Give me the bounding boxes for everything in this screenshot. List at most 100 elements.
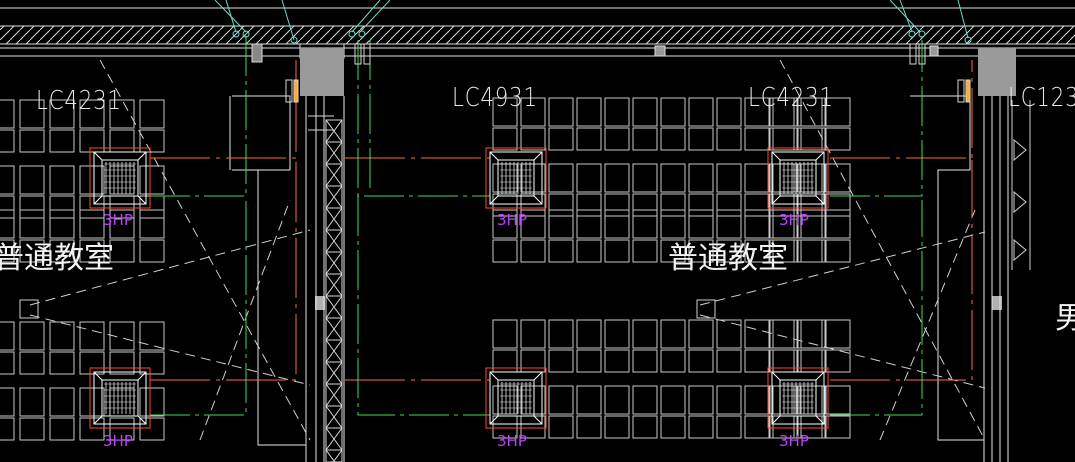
- chair: [632, 239, 658, 263]
- chair: [0, 195, 15, 219]
- chair: [139, 129, 165, 153]
- chair: [548, 239, 574, 263]
- chair: [548, 415, 574, 439]
- chair: [772, 127, 798, 151]
- desk: [632, 385, 658, 415]
- room-label: 普通教室: [668, 241, 788, 276]
- room-label: 普通教室: [0, 241, 114, 276]
- desk: [0, 209, 15, 239]
- window-label: LC4931: [452, 83, 538, 113]
- chair: [109, 129, 135, 153]
- desk: [548, 163, 574, 193]
- chair: [49, 195, 75, 219]
- chair: [520, 239, 546, 263]
- desk: [632, 319, 658, 349]
- desk: [688, 163, 714, 193]
- desk: [825, 163, 851, 193]
- desk: [548, 385, 574, 415]
- desk: [632, 97, 658, 127]
- desk: [716, 163, 742, 193]
- chair: [800, 349, 826, 373]
- chair: [797, 239, 823, 263]
- chair: [79, 351, 105, 375]
- chair: [576, 193, 602, 217]
- ac-cassette-unit[interactable]: [89, 147, 151, 209]
- toilet-fixtures: [1011, 100, 1031, 270]
- chair: [604, 127, 630, 151]
- desk: [520, 319, 546, 349]
- desk: [688, 209, 714, 239]
- desk: [825, 319, 851, 349]
- chair: [632, 415, 658, 439]
- chair: [576, 349, 602, 373]
- chair: [716, 415, 742, 439]
- chair: [0, 351, 15, 375]
- chair: [548, 349, 574, 373]
- desk: [0, 99, 15, 129]
- desk: [604, 385, 630, 415]
- chair: [576, 239, 602, 263]
- chair: [576, 415, 602, 439]
- chair: [800, 239, 826, 263]
- chair: [604, 193, 630, 217]
- desk: [19, 387, 45, 417]
- desk: [79, 387, 105, 417]
- desk: [49, 387, 75, 417]
- desk: [744, 209, 770, 239]
- room-label: 男: [1055, 301, 1075, 336]
- desk: [716, 97, 742, 127]
- desk: [79, 321, 105, 351]
- desk: [19, 165, 45, 195]
- ac-cassette-unit[interactable]: [485, 367, 547, 429]
- chair: [688, 193, 714, 217]
- chair: [744, 415, 770, 439]
- desk: [797, 319, 823, 349]
- chair: [19, 417, 45, 441]
- desk: [688, 385, 714, 415]
- ac-cassette-unit[interactable]: [89, 367, 151, 429]
- structural-column: [300, 48, 1016, 310]
- desk: [576, 209, 602, 239]
- desk: [548, 97, 574, 127]
- desk: [772, 319, 798, 349]
- chair: [492, 239, 518, 263]
- desk: [49, 321, 75, 351]
- chair: [19, 351, 45, 375]
- desk: [769, 319, 795, 349]
- desk: [632, 209, 658, 239]
- chair: [0, 417, 15, 441]
- desk: [0, 387, 15, 417]
- desk: [660, 209, 686, 239]
- ac-cassette-unit[interactable]: [485, 147, 547, 209]
- window-label: LC4231: [36, 86, 122, 116]
- chair: [492, 127, 518, 151]
- chair: [744, 193, 770, 217]
- chair: [772, 349, 798, 373]
- chair: [716, 127, 742, 151]
- window-label: LC4231: [748, 83, 834, 113]
- desk: [825, 385, 851, 415]
- desk: [660, 97, 686, 127]
- chair: [548, 193, 574, 217]
- desk: [139, 165, 165, 195]
- chair: [769, 127, 795, 151]
- chair: [520, 349, 546, 373]
- desk: [604, 319, 630, 349]
- floor-plan-canvas[interactable]: [0, 0, 1075, 462]
- desk: [825, 209, 851, 239]
- chair: [604, 349, 630, 373]
- chair: [825, 193, 851, 217]
- chair: [825, 415, 851, 439]
- desk: [576, 319, 602, 349]
- desk: [688, 97, 714, 127]
- chair: [688, 349, 714, 373]
- desk: [19, 209, 45, 239]
- desk: [79, 165, 105, 195]
- chair: [797, 349, 823, 373]
- desk: [744, 319, 770, 349]
- desk: [576, 163, 602, 193]
- chair: [49, 417, 75, 441]
- chair: [109, 351, 135, 375]
- desk: [744, 163, 770, 193]
- chair: [19, 129, 45, 153]
